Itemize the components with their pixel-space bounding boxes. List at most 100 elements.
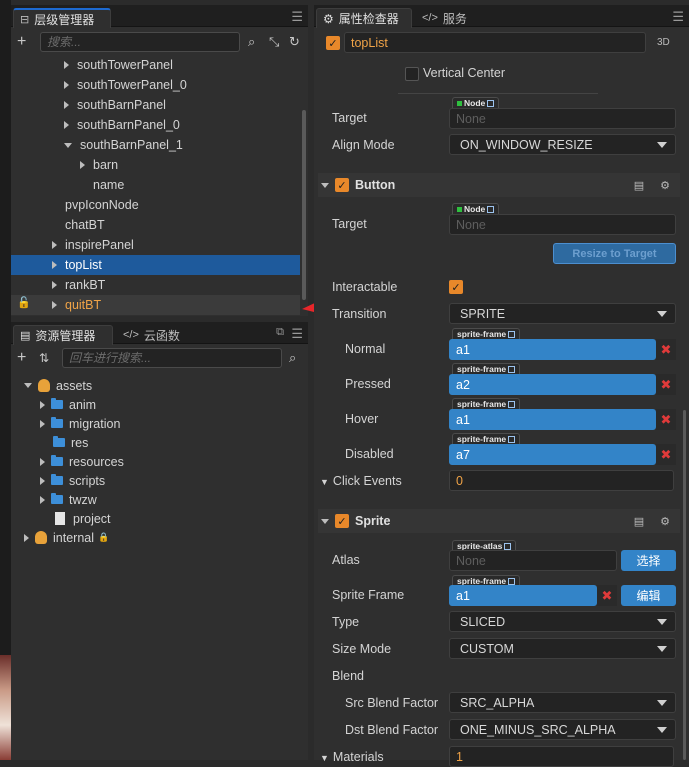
- select-atlas-button[interactable]: 选择: [621, 550, 676, 571]
- dst-blend-select[interactable]: ONE_MINUS_SRC_ALPHA: [449, 719, 676, 740]
- expand-arrow-icon[interactable]: [40, 400, 45, 409]
- tree-node[interactable]: southBarnPanel_0: [11, 115, 300, 135]
- clear-frame-icon[interactable]: ✖: [656, 339, 676, 360]
- click-events-count[interactable]: 0: [449, 470, 674, 491]
- expand-arrow-icon[interactable]: [52, 301, 57, 309]
- refresh-icon[interactable]: ↻: [289, 34, 300, 50]
- tab-inspector[interactable]: ⚙ 属性检查器: [316, 8, 412, 28]
- tree-node[interactable]: southBarnPanel: [11, 95, 300, 115]
- atlas-field[interactable]: None: [449, 550, 617, 571]
- expand-arrow-icon[interactable]: [64, 101, 69, 109]
- vertical-center-checkbox[interactable]: [405, 67, 419, 81]
- tree-node[interactable]: chatBT: [11, 215, 300, 235]
- settings-icon[interactable]: ⚙: [660, 179, 670, 192]
- expand-arrow-icon[interactable]: [64, 81, 69, 89]
- expand-arrow-icon[interactable]: [40, 476, 45, 485]
- click-events-label[interactable]: ▼ Click Events: [320, 474, 402, 488]
- tab-assets[interactable]: ▤ 资源管理器: [13, 325, 113, 345]
- collapse-arrow-icon[interactable]: [321, 182, 329, 188]
- search-icon[interactable]: ⌕: [248, 34, 255, 50]
- state-sprite-field[interactable]: a2: [449, 374, 656, 395]
- asset-item[interactable]: migration: [40, 414, 120, 433]
- hierarchy-menu-icon[interactable]: ☰: [291, 9, 303, 25]
- expand-arrow-icon[interactable]: [64, 121, 69, 129]
- align-mode-select[interactable]: ON_WINDOW_RESIZE: [449, 134, 676, 155]
- expand-arrow-icon[interactable]: [52, 241, 57, 249]
- assets-menu-icon[interactable]: ☰: [291, 326, 303, 342]
- tree-node[interactable]: rankBT: [11, 275, 300, 295]
- inspector-menu-icon[interactable]: ☰: [672, 9, 684, 25]
- clear-frame-icon[interactable]: ✖: [656, 444, 676, 465]
- book-icon[interactable]: ▤: [634, 179, 644, 192]
- tree-node[interactable]: southTowerPanel_0: [11, 75, 300, 95]
- collapse-arrow-icon[interactable]: [321, 518, 329, 524]
- asset-item[interactable]: internal 🔒: [24, 528, 109, 547]
- interactable-checkbox[interactable]: ✓: [449, 280, 463, 294]
- tree-node[interactable]: southBarnPanel_1: [11, 135, 300, 155]
- expand-arrow-icon[interactable]: [52, 261, 57, 269]
- assets-search-field[interactable]: [62, 348, 282, 368]
- asset-item[interactable]: assets: [24, 376, 92, 395]
- state-sprite-field[interactable]: a1: [449, 409, 656, 430]
- state-sprite-field[interactable]: a7: [449, 444, 656, 465]
- asset-item[interactable]: resources: [40, 452, 124, 471]
- clear-frame-icon[interactable]: ✖: [656, 374, 676, 395]
- add-node-icon[interactable]: +: [17, 33, 26, 51]
- collapse-arrow-icon[interactable]: [24, 383, 32, 388]
- inspector-scrollbar[interactable]: [683, 410, 686, 760]
- assets-search-input[interactable]: [69, 351, 275, 365]
- book-icon[interactable]: ▤: [634, 515, 644, 528]
- expand-arrow-icon[interactable]: [80, 161, 85, 169]
- src-blend-select[interactable]: SRC_ALPHA: [449, 692, 676, 713]
- expand-arrow-icon[interactable]: [24, 533, 29, 542]
- tree-node[interactable]: barn: [11, 155, 300, 175]
- assets-search-icon[interactable]: ⌕: [289, 350, 296, 366]
- sort-icon[interactable]: ⇅: [39, 351, 49, 365]
- edit-sprite-button[interactable]: 编辑: [621, 585, 676, 606]
- hierarchy-scrollbar[interactable]: [302, 110, 306, 300]
- asset-item[interactable]: res: [40, 433, 88, 452]
- tab-hierarchy[interactable]: ⊟ 层级管理器: [13, 8, 111, 28]
- tree-node[interactable]: topList: [11, 255, 300, 275]
- materials-label[interactable]: ▼ Materials: [320, 750, 384, 764]
- type-select[interactable]: SLICED: [449, 611, 676, 632]
- expand-arrow-icon[interactable]: [40, 419, 45, 428]
- hierarchy-search-field[interactable]: [40, 32, 240, 52]
- button-enabled-checkbox[interactable]: ✓: [335, 178, 349, 192]
- tree-node[interactable]: name: [11, 175, 300, 195]
- resize-to-target-button[interactable]: Resize to Target: [553, 243, 676, 264]
- tab-services[interactable]: </> 服务: [416, 8, 473, 28]
- tree-node[interactable]: quitBT: [11, 295, 300, 315]
- sprite-frame-field[interactable]: a1: [449, 585, 597, 606]
- clear-frame-icon[interactable]: ✖: [656, 409, 676, 430]
- tree-node[interactable]: southTowerPanel: [11, 55, 300, 75]
- expand-arrow-icon[interactable]: [40, 495, 45, 504]
- asset-item[interactable]: project: [40, 509, 111, 528]
- collapse-icon[interactable]: ⤡: [269, 34, 279, 50]
- tree-node[interactable]: pvpIconNode: [11, 195, 300, 215]
- maximize-icon[interactable]: ⧉: [276, 326, 284, 339]
- button-section-header[interactable]: ✓ Button ▤ ⚙: [318, 173, 680, 197]
- size-mode-select[interactable]: CUSTOM: [449, 638, 676, 659]
- node-name-field[interactable]: topList: [344, 32, 646, 53]
- button-target-field[interactable]: None: [449, 214, 676, 235]
- sprite-enabled-checkbox[interactable]: ✓: [335, 514, 349, 528]
- settings-icon[interactable]: ⚙: [660, 515, 670, 528]
- expand-arrow-icon[interactable]: [52, 281, 57, 289]
- expand-arrow-icon[interactable]: [40, 457, 45, 466]
- materials-count[interactable]: 1: [449, 746, 674, 767]
- asset-item[interactable]: twzw: [40, 490, 97, 509]
- expand-arrow-icon[interactable]: [64, 61, 69, 69]
- collapse-arrow-icon[interactable]: [64, 142, 72, 148]
- tab-cloud-functions[interactable]: </> 云函数: [117, 325, 186, 345]
- asset-item[interactable]: anim: [40, 395, 96, 414]
- sprite-section-header[interactable]: ✓ Sprite ▤ ⚙: [318, 509, 680, 533]
- lock-icon[interactable]: 🔓: [17, 296, 31, 309]
- asset-item[interactable]: scripts: [40, 471, 105, 490]
- widget-target-field[interactable]: None: [449, 108, 676, 129]
- tree-node[interactable]: inspirePanel: [11, 235, 300, 255]
- node-active-checkbox[interactable]: ✓: [326, 36, 340, 50]
- clear-sprite-frame-icon[interactable]: ✖: [597, 585, 617, 606]
- add-asset-icon[interactable]: +: [17, 349, 26, 367]
- transition-select[interactable]: SPRITE: [449, 303, 676, 324]
